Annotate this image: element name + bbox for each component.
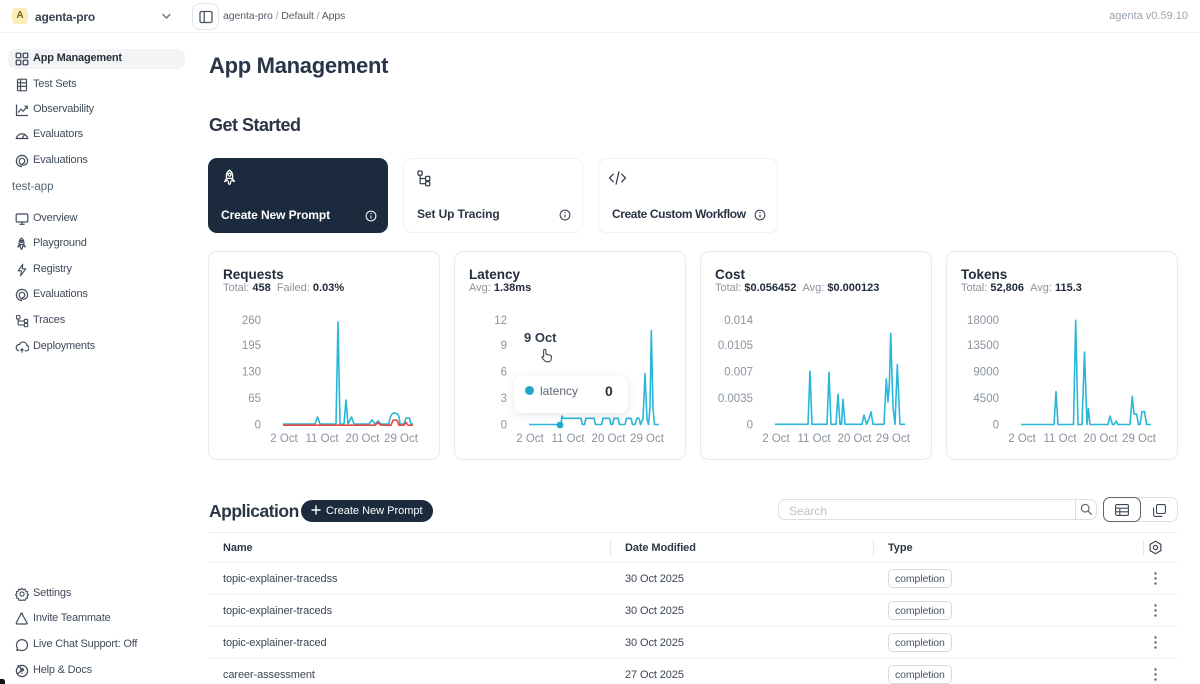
svg-text:0: 0 <box>255 420 261 432</box>
svg-text:11 Oct: 11 Oct <box>797 433 831 445</box>
svg-text:9: 9 <box>501 340 507 352</box>
svg-text:2 Oct: 2 Oct <box>762 433 790 445</box>
svg-text:12: 12 <box>494 315 507 327</box>
svg-text:18000: 18000 <box>967 315 999 327</box>
svg-text:65: 65 <box>248 393 261 405</box>
svg-text:3: 3 <box>501 393 507 405</box>
svg-text:0.0105: 0.0105 <box>718 340 753 352</box>
svg-text:0.014: 0.014 <box>724 315 753 327</box>
svg-text:20 Oct: 20 Oct <box>346 433 381 445</box>
svg-text:0.007: 0.007 <box>724 367 753 379</box>
svg-text:2 Oct: 2 Oct <box>516 433 544 445</box>
svg-text:4500: 4500 <box>973 393 999 405</box>
svg-text:13500: 13500 <box>967 340 999 352</box>
svg-text:0.0035: 0.0035 <box>718 393 753 405</box>
svg-text:130: 130 <box>242 367 261 379</box>
svg-text:260: 260 <box>242 315 261 327</box>
svg-text:11 Oct: 11 Oct <box>305 433 339 445</box>
svg-text:11 Oct: 11 Oct <box>551 433 585 445</box>
svg-text:6: 6 <box>501 367 507 379</box>
svg-text:2 Oct: 2 Oct <box>1008 433 1036 445</box>
svg-text:20 Oct: 20 Oct <box>838 433 873 445</box>
svg-text:20 Oct: 20 Oct <box>592 433 627 445</box>
svg-text:29 Oct: 29 Oct <box>630 433 665 445</box>
svg-text:29 Oct: 29 Oct <box>1122 433 1157 445</box>
svg-text:195: 195 <box>242 340 261 352</box>
svg-text:0: 0 <box>501 420 507 432</box>
svg-text:2 Oct: 2 Oct <box>270 433 298 445</box>
svg-text:20 Oct: 20 Oct <box>1084 433 1119 445</box>
svg-text:9000: 9000 <box>973 367 999 379</box>
svg-text:0: 0 <box>993 420 999 432</box>
svg-text:11 Oct: 11 Oct <box>1043 433 1077 445</box>
svg-text:29 Oct: 29 Oct <box>384 433 419 445</box>
svg-text:29 Oct: 29 Oct <box>876 433 911 445</box>
svg-text:0: 0 <box>747 420 753 432</box>
